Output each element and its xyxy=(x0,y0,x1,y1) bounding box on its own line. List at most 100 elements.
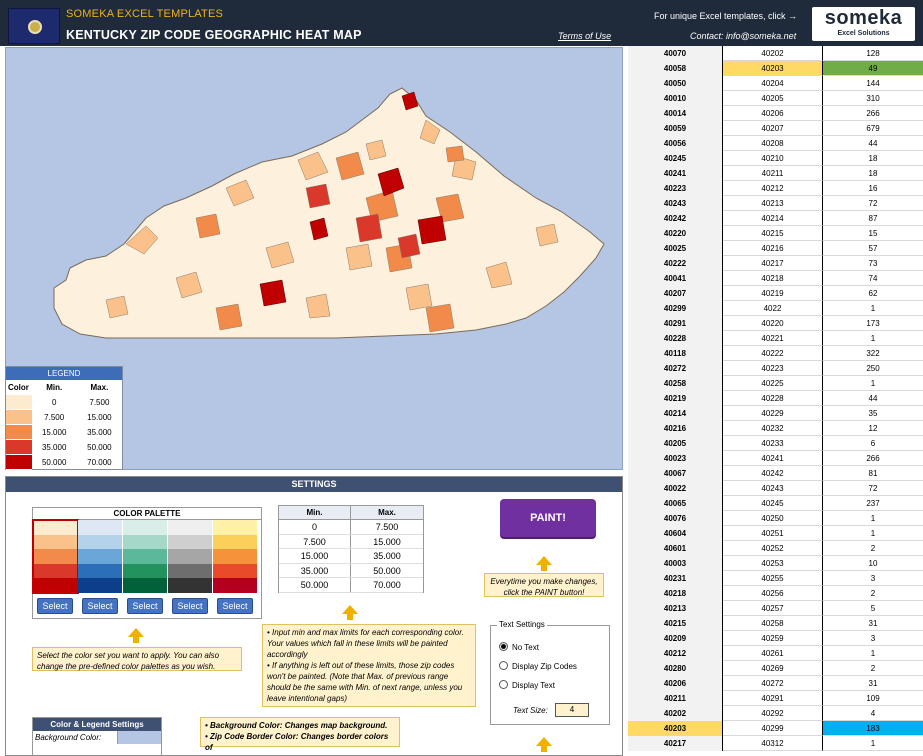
table-cell-zip[interactable]: 40070 xyxy=(628,46,723,61)
table-cell-zip[interactable]: 40211 xyxy=(628,691,723,706)
table-cell-zip2[interactable]: 40206 xyxy=(723,106,823,121)
select-palette-button[interactable]: Select xyxy=(82,598,118,614)
table-cell-value[interactable]: 10 xyxy=(823,556,923,571)
table-cell-zip2[interactable]: 40222 xyxy=(723,346,823,361)
radio-display-text[interactable]: Display Text xyxy=(499,680,555,690)
table-cell-zip2[interactable]: 40216 xyxy=(723,241,823,256)
table-cell-zip2[interactable]: 40210 xyxy=(723,151,823,166)
table-cell-zip[interactable]: 40601 xyxy=(628,541,723,556)
table-cell-zip[interactable]: 40243 xyxy=(628,196,723,211)
table-cell-zip2[interactable]: 40233 xyxy=(723,436,823,451)
someka-logo[interactable]: someka Excel Solutions xyxy=(812,7,915,41)
table-cell-value[interactable]: 1 xyxy=(823,736,923,751)
palette-option[interactable]: Select xyxy=(168,520,213,614)
table-cell-zip[interactable]: 40223 xyxy=(628,181,723,196)
table-cell-zip2[interactable]: 40203 xyxy=(723,61,823,76)
table-cell-value[interactable]: 18 xyxy=(823,166,923,181)
table-cell-value[interactable]: 15 xyxy=(823,226,923,241)
palette-option[interactable]: Select xyxy=(78,520,123,614)
table-cell-zip2[interactable]: 40220 xyxy=(723,316,823,331)
table-cell-zip[interactable]: 40014 xyxy=(628,106,723,121)
table-cell-zip[interactable]: 40003 xyxy=(628,556,723,571)
table-cell-zip[interactable]: 40242 xyxy=(628,211,723,226)
table-cell-zip2[interactable]: 40202 xyxy=(723,46,823,61)
table-cell-zip2[interactable]: 40258 xyxy=(723,616,823,631)
range-min-input[interactable]: 15.000 xyxy=(279,549,351,563)
table-cell-zip[interactable]: 40272 xyxy=(628,361,723,376)
table-cell-zip[interactable]: 40058 xyxy=(628,61,723,76)
table-cell-zip[interactable]: 40231 xyxy=(628,571,723,586)
table-cell-zip2[interactable]: 40299 xyxy=(723,721,823,736)
range-max-input[interactable]: 50.000 xyxy=(351,564,423,578)
table-cell-zip2[interactable]: 40232 xyxy=(723,421,823,436)
palette-option[interactable]: Select xyxy=(123,520,168,614)
table-cell-zip2[interactable]: 40205 xyxy=(723,91,823,106)
range-max-input[interactable]: 7.500 xyxy=(351,520,423,534)
table-cell-zip[interactable]: 40228 xyxy=(628,331,723,346)
table-cell-value[interactable]: 74 xyxy=(823,271,923,286)
select-palette-button[interactable]: Select xyxy=(37,598,73,614)
table-cell-value[interactable]: 18 xyxy=(823,151,923,166)
table-cell-value[interactable]: 679 xyxy=(823,121,923,136)
table-cell-zip[interactable]: 40212 xyxy=(628,646,723,661)
radio-display-zip[interactable]: Display Zip Codes xyxy=(499,661,577,671)
table-cell-value[interactable]: 57 xyxy=(823,241,923,256)
promo-link[interactable]: For unique Excel templates, click → xyxy=(654,11,797,21)
palette-option[interactable]: Select xyxy=(32,519,79,614)
table-cell-zip2[interactable]: 40261 xyxy=(723,646,823,661)
table-cell-zip[interactable]: 40218 xyxy=(628,586,723,601)
table-cell-value[interactable]: 128 xyxy=(823,46,923,61)
table-cell-zip2[interactable]: 40252 xyxy=(723,541,823,556)
range-min-input[interactable]: 50.000 xyxy=(279,578,351,592)
table-cell-zip2[interactable]: 40223 xyxy=(723,361,823,376)
table-cell-zip2[interactable]: 40218 xyxy=(723,271,823,286)
table-cell-zip[interactable]: 40219 xyxy=(628,391,723,406)
bg-color-swatch[interactable] xyxy=(117,731,161,744)
table-cell-value[interactable]: 12 xyxy=(823,421,923,436)
table-cell-zip2[interactable]: 40208 xyxy=(723,136,823,151)
table-cell-zip2[interactable]: 40219 xyxy=(723,286,823,301)
table-cell-zip2[interactable]: 40292 xyxy=(723,706,823,721)
table-cell-value[interactable]: 73 xyxy=(823,256,923,271)
table-cell-value[interactable]: 237 xyxy=(823,496,923,511)
table-cell-value[interactable]: 3 xyxy=(823,631,923,646)
table-cell-zip2[interactable]: 40272 xyxy=(723,676,823,691)
table-cell-value[interactable]: 62 xyxy=(823,286,923,301)
table-cell-zip[interactable]: 40207 xyxy=(628,286,723,301)
table-cell-zip2[interactable]: 40207 xyxy=(723,121,823,136)
table-cell-value[interactable]: 31 xyxy=(823,676,923,691)
table-cell-value[interactable]: 1 xyxy=(823,511,923,526)
table-cell-zip2[interactable]: 40312 xyxy=(723,736,823,751)
table-cell-zip[interactable]: 40022 xyxy=(628,481,723,496)
table-cell-value[interactable]: 144 xyxy=(823,76,923,91)
table-cell-zip2[interactable]: 40214 xyxy=(723,211,823,226)
select-palette-button[interactable]: Select xyxy=(172,598,208,614)
table-cell-value[interactable]: 44 xyxy=(823,136,923,151)
table-cell-zip[interactable]: 40076 xyxy=(628,511,723,526)
table-cell-zip[interactable]: 40209 xyxy=(628,631,723,646)
table-cell-value[interactable]: 1 xyxy=(823,331,923,346)
table-cell-zip[interactable]: 40217 xyxy=(628,736,723,751)
table-cell-zip[interactable]: 40258 xyxy=(628,376,723,391)
table-cell-zip2[interactable]: 40257 xyxy=(723,601,823,616)
table-cell-zip[interactable]: 40023 xyxy=(628,451,723,466)
table-cell-zip2[interactable]: 40211 xyxy=(723,166,823,181)
table-cell-value[interactable]: 2 xyxy=(823,586,923,601)
table-cell-zip2[interactable]: 40225 xyxy=(723,376,823,391)
table-cell-value[interactable]: 1 xyxy=(823,526,923,541)
table-cell-value[interactable]: 1 xyxy=(823,301,923,316)
table-cell-value[interactable]: 35 xyxy=(823,406,923,421)
table-cell-value[interactable]: 87 xyxy=(823,211,923,226)
range-min-input[interactable]: 35.000 xyxy=(279,563,351,577)
table-cell-zip2[interactable]: 40213 xyxy=(723,196,823,211)
range-min-input[interactable]: 0 xyxy=(279,520,351,534)
table-cell-zip[interactable]: 40203 xyxy=(628,721,723,736)
table-cell-zip2[interactable]: 40245 xyxy=(723,496,823,511)
bg-color-row[interactable]: Background Color: xyxy=(33,731,161,744)
table-cell-zip[interactable]: 40245 xyxy=(628,151,723,166)
table-cell-value[interactable]: 1 xyxy=(823,646,923,661)
table-cell-zip2[interactable]: 40255 xyxy=(723,571,823,586)
table-cell-zip2[interactable]: 40204 xyxy=(723,76,823,91)
table-cell-zip[interactable]: 40056 xyxy=(628,136,723,151)
table-cell-zip[interactable]: 40220 xyxy=(628,226,723,241)
